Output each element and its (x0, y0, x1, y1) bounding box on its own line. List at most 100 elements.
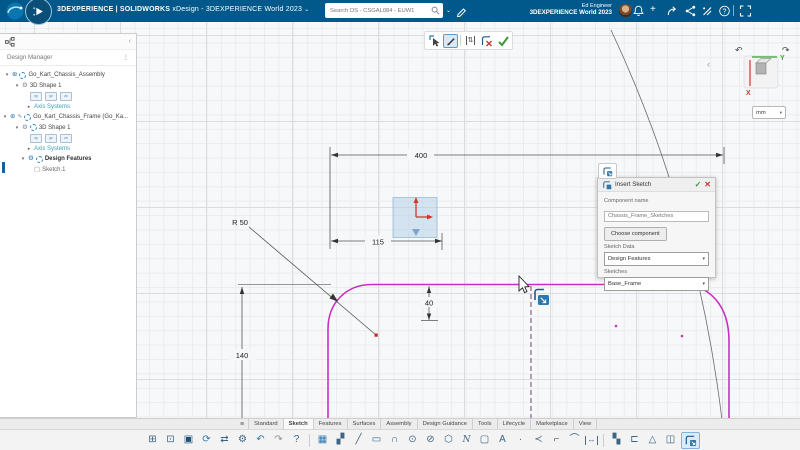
sketches-select[interactable]: Base_Frame ▾ (604, 277, 709, 291)
xdesign-app-logo-icon[interactable] (25, 0, 52, 25)
auto-dimension-button[interactable]: ⇅ (463, 34, 478, 48)
spline-icon[interactable]: N (459, 432, 474, 449)
share-design-icon[interactable]: ⊞ (145, 432, 160, 449)
tab-standard[interactable]: Standard (248, 419, 284, 429)
help-icon[interactable]: ? (718, 5, 731, 17)
search-bar[interactable] (325, 3, 443, 18)
fullscreen-icon[interactable] (739, 5, 752, 17)
insert-sketch-tool-button[interactable] (598, 163, 617, 179)
dialog-titlebar[interactable]: Insert Sketch ✓ ✕ (598, 178, 715, 192)
expander-icon[interactable]: ▸ (26, 146, 32, 152)
redo-icon[interactable]: ↷ (271, 432, 286, 449)
expander-icon[interactable]: ▾ (14, 125, 20, 131)
tab-features[interactable]: Features (314, 419, 348, 429)
component-name-input[interactable] (604, 211, 709, 222)
circle-icon[interactable]: ⊙ (405, 432, 420, 449)
convert-icon[interactable]: △ (645, 432, 660, 449)
expander-icon[interactable]: ▸ (26, 104, 32, 110)
add-plus-icon[interactable]: + (650, 4, 656, 15)
view-cube[interactable]: ↶ ↷ Y X (734, 44, 794, 100)
tab-surfaces[interactable]: Surfaces (348, 419, 382, 429)
ellipse-icon[interactable]: ⊘ (423, 432, 438, 449)
tree-item-sketch-1[interactable]: ▢ Sketch.1 (0, 165, 136, 176)
expander-icon[interactable]: ▾ (4, 72, 10, 78)
dimension-icon[interactable]: ↔ (585, 436, 598, 445)
construction-icon[interactable]: ▞ (333, 432, 348, 449)
tree-item-assembly[interactable]: ▾ ⊕ Go_Kart_Chassis_Assembly (0, 70, 136, 81)
select-sketch-button[interactable] (427, 34, 442, 48)
collapse-panel-chevron[interactable]: ‹ (129, 38, 131, 45)
3ds-compass-logo-icon[interactable] (5, 1, 25, 21)
user-info[interactable]: Ed Engineer 3DEXPERIENCE World 2023 (530, 3, 612, 16)
swym-icon[interactable] (701, 5, 714, 17)
settings-gear-icon[interactable]: ⚙ (235, 432, 250, 449)
dialog-confirm-button[interactable]: ✓ (695, 180, 702, 189)
share-forward-icon[interactable] (666, 5, 679, 17)
expander-icon[interactable]: ▾ (2, 114, 8, 120)
tree-item-3dshape-1[interactable]: ▾ ⚙ 3D Shape 1 (0, 81, 136, 92)
search-input[interactable] (328, 7, 431, 15)
offset-icon[interactable]: ⊏ (627, 432, 642, 449)
tree-item-axis-systems[interactable]: ▸ Axis Systems (0, 102, 136, 113)
component-icon[interactable]: ⊡ (163, 432, 178, 449)
slot-icon[interactable]: ▢ (477, 432, 492, 449)
kebab-menu-icon[interactable]: ⋮ (123, 54, 129, 61)
hamburger-menu-icon[interactable]: ≡ (240, 419, 244, 429)
share-network-icon[interactable] (684, 5, 697, 17)
help-icon[interactable]: ? (289, 432, 304, 449)
units-dropdown[interactable]: mm ▾ (752, 106, 786, 119)
tab-lifecycle[interactable]: Lifecycle (498, 419, 532, 429)
project-icon[interactable]: ◫ (663, 432, 678, 449)
tab-view[interactable]: View (574, 419, 597, 429)
arc-icon[interactable]: ∩ (387, 432, 402, 449)
fillet-icon[interactable]: ⌐ (549, 432, 564, 449)
shape-icon: ⚙ (22, 83, 28, 90)
notifications-bell-icon[interactable] (632, 5, 645, 17)
plane-yz-icon[interactable]: yz (45, 134, 57, 143)
replicate-icon[interactable]: ▚ (609, 432, 624, 449)
plane-xy-icon[interactable]: xy (30, 134, 42, 143)
point-icon[interactable]: · (513, 432, 528, 449)
sketch-grid-icon[interactable]: ▦ (315, 432, 330, 449)
polygon-icon[interactable]: ⬡ (441, 432, 456, 449)
rectangle-icon[interactable]: ▭ (369, 432, 384, 449)
tree-item-axis-systems-2[interactable]: ▸ Axis Systems (0, 144, 136, 155)
import-export-icon[interactable]: ⇄ (217, 432, 232, 449)
divider (460, 35, 461, 46)
sketch-mode-button[interactable] (443, 34, 458, 48)
undo-icon[interactable]: ↶ (253, 432, 268, 449)
sketch-data-select[interactable]: Design Features ▾ (604, 252, 709, 266)
plane-xy-icon[interactable]: xy (30, 92, 42, 101)
plane-zx-icon[interactable]: zx (60, 134, 72, 143)
exit-sketch-button[interactable] (479, 34, 494, 48)
text-icon[interactable]: A (495, 432, 510, 449)
search-icon[interactable] (431, 6, 440, 15)
arc-3pt-icon[interactable]: ⌒ (567, 432, 582, 449)
tree-item-frame[interactable]: ▾ ⊕ ✎ Go_Kart_Chassis_Frame (Go_Ka... (0, 112, 136, 123)
expander-icon[interactable]: ▾ (20, 156, 26, 162)
collapse-panel-chevron[interactable]: ‹ (707, 59, 710, 69)
save-icon[interactable]: ▣ (181, 432, 196, 449)
sync-icon[interactable]: ⟳ (199, 432, 214, 449)
tab-design-guidance[interactable]: Design Guidance (418, 419, 473, 429)
tab-marketplace[interactable]: Marketplace (531, 419, 574, 429)
expander-icon[interactable]: ▾ (14, 83, 20, 89)
dialog-close-button[interactable]: ✕ (704, 180, 711, 189)
tree-item-design-features[interactable]: ▾ ⚙ Design Features (0, 154, 136, 165)
tree-item-3dshape-2[interactable]: ▾ ⚙ 3D Shape 1 (0, 123, 136, 134)
tree-structure-icon[interactable] (5, 37, 15, 47)
tab-assembly[interactable]: Assembly (381, 419, 417, 429)
confirm-sketch-button[interactable] (495, 34, 510, 48)
chevron-down-icon[interactable]: ⌄ (304, 7, 309, 13)
trim-icon[interactable]: ≺ (531, 432, 546, 449)
tab-tools[interactable]: Tools (473, 419, 498, 429)
tag-pencil-icon[interactable] (455, 5, 468, 17)
plane-yz-icon[interactable]: yz (45, 92, 57, 101)
insert-sketch-icon[interactable] (681, 432, 700, 449)
tab-sketch[interactable]: Sketch (284, 419, 314, 429)
avatar[interactable] (619, 4, 632, 17)
search-scope-chevron-icon[interactable]: ⌄ (446, 7, 451, 14)
plane-zx-icon[interactable]: zx (60, 92, 72, 101)
choose-component-button[interactable]: Choose component (604, 227, 667, 241)
line-icon[interactable]: ╱ (351, 432, 366, 449)
